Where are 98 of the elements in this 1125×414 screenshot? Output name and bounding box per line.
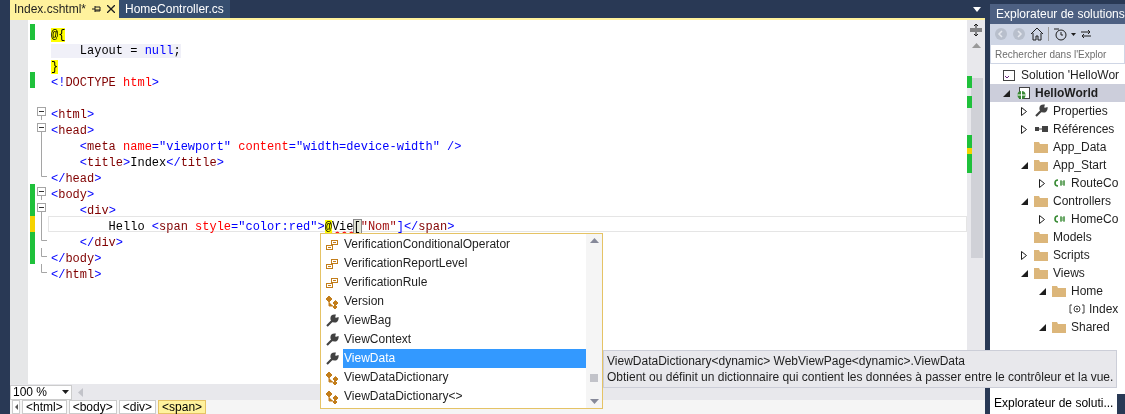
sync-icon[interactable] [1080,28,1092,40]
folder-icon [1051,284,1067,298]
tree-item[interactable]: HelloWorld [990,84,1125,102]
clock-icon[interactable] [1053,27,1067,41]
tree-item[interactable]: Références [990,120,1125,138]
collapse-icon[interactable] [37,107,46,120]
wrench-icon [325,332,339,347]
tooltip-signature: ViewDataDictionary<dynamic> WebViewPage<dynamic>.ViewData [607,353,966,369]
tree-item[interactable]: Scripts [990,246,1125,264]
arrow-left-icon [14,404,18,410]
expanded-arrow-icon[interactable] [1038,287,1046,295]
completion-item[interactable]: VerificationRule [343,273,586,292]
scrollbar-thumb[interactable] [590,374,598,382]
code-line: <html> [50,107,96,120]
web-project-icon [1016,86,1030,100]
tree-item[interactable]: Home [990,282,1125,300]
folder-icon [1033,230,1049,244]
breadcrumb[interactable]: <span> [158,400,207,414]
tooltip-description: Obtient ou définit un dictionnaire qui contient les données à passer entre le contrôleur et la vue. [607,369,1114,385]
folder-icon [1033,248,1049,262]
close-icon[interactable] [107,5,116,13]
completion-item[interactable]: ViewDataDictionary<> [343,387,586,406]
tree-item[interactable]: App_Start [990,156,1125,174]
pin-icon[interactable] [92,5,102,13]
tree-item[interactable]: Shared [990,318,1125,336]
expanded-arrow-icon[interactable] [1020,269,1028,277]
dropdown-icon[interactable] [973,7,981,12]
code-line: <title>Index</title> [78,155,225,168]
collapse-icon[interactable] [37,187,46,200]
code-line: <head> [50,123,96,136]
scroll-up-icon[interactable] [589,238,599,243]
code-line: <div> [78,203,117,216]
expanded-arrow-icon[interactable] [1020,161,1028,169]
collapsed-arrow-icon[interactable] [1039,178,1045,188]
scroll-left-button[interactable] [12,400,20,414]
wrench-icon [325,351,339,366]
editor-tab[interactable]: HomeController.cs [119,0,230,18]
csharp-file-icon [1052,213,1066,225]
breadcrumb[interactable]: <html> [22,400,67,414]
collapsed-arrow-icon[interactable] [1039,214,1045,224]
folder-icon [1033,266,1049,280]
tree-item[interactable]: RouteCo [990,174,1125,192]
completion-item[interactable]: ViewBag [343,311,586,330]
zoom-combobox[interactable]: 100 % [10,384,72,400]
tree-item[interactable]: Models [990,228,1125,246]
code-line: <meta name="viewport" content="width=device-width" /> [78,139,463,152]
enum-icon [325,238,339,251]
expanded-arrow-icon[interactable] [1038,323,1046,331]
collapse-icon[interactable] [37,203,46,216]
code-line: </div> [78,235,125,248]
csharp-file-icon [1052,177,1066,189]
change-map-marker [967,76,972,88]
code-line: <!DOCTYPE html> [50,75,161,88]
panel-title: Explorateur de solutions [990,4,1125,24]
collapse-icon[interactable] [37,123,46,136]
collapsed-arrow-icon[interactable] [1021,250,1027,260]
tree-item[interactable]: Views [990,264,1125,282]
tree-item[interactable]: Controllers [990,192,1125,210]
completion-item[interactable]: VerificationReportLevel [343,254,586,273]
completion-item[interactable]: VerificationConditionalOperator [343,235,586,254]
code-line: </body> [50,251,103,264]
tree-item[interactable]: Index [990,300,1125,318]
folder-icon [1033,140,1049,154]
folder-icon [1033,194,1049,208]
expanded-arrow-icon[interactable] [1002,89,1010,97]
completion-item[interactable]: Version [343,292,586,311]
tree-item[interactable]: Solution 'HelloWor [990,66,1125,84]
code-line: <body> [50,187,96,200]
search-field[interactable]: Rechercher dans l'Explor [990,44,1125,64]
razor-file-icon [1069,303,1085,315]
change-map-marker [967,95,972,108]
completion-item[interactable]: ViewDataDictionary [343,368,586,387]
wrench-icon [1034,104,1048,118]
folder-icon [1051,320,1067,334]
caret-icon[interactable] [1071,32,1076,36]
wrench-icon [325,313,339,328]
home-icon[interactable] [1030,27,1044,41]
code-line: </html> [50,267,103,280]
editor-tab[interactable]: Index.cshtml* [10,0,120,18]
class-icon [325,294,339,309]
enum-icon [325,276,339,289]
scrollbar-thumb[interactable] [971,78,983,258]
tree-item[interactable]: App_Data [990,138,1125,156]
enum-icon [325,257,339,270]
breadcrumb[interactable]: <div> [118,400,157,414]
breadcrumb[interactable]: <body> [68,400,117,414]
caret-icon [62,390,69,394]
code-line: </head> [50,171,103,184]
tree-item[interactable]: HomeCo [990,210,1125,228]
split-window-icon[interactable] [969,23,983,37]
expanded-arrow-icon[interactable] [1020,197,1028,205]
panel-tab[interactable]: Explorateur de soluti... [990,392,1118,414]
solution-icon [1002,68,1016,82]
class-icon [325,370,339,385]
completion-item[interactable]: ViewContext [343,330,586,349]
tree-item[interactable]: Properties [990,102,1125,120]
folder-icon [1033,158,1049,172]
class-icon [325,389,339,404]
